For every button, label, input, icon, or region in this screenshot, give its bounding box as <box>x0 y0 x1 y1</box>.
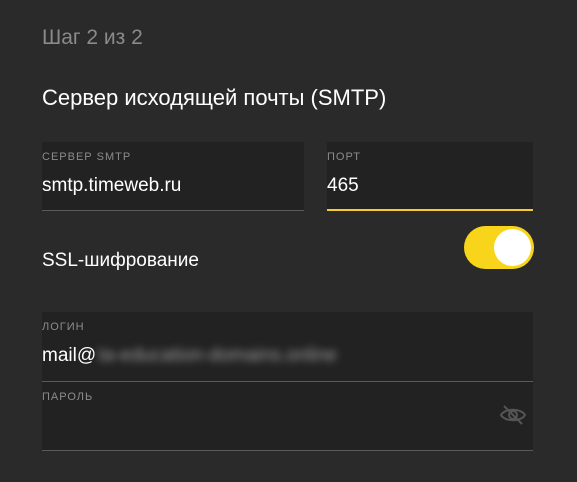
smtp-settings-screen: Шаг 2 из 2 Сервер исходящей почты (SMTP)… <box>0 0 577 482</box>
smtp-port-label: ПОРТ <box>327 151 362 163</box>
eye-off-icon[interactable] <box>499 404 527 426</box>
step-indicator: Шаг 2 из 2 <box>42 26 143 49</box>
login-label: ЛОГИН <box>42 321 85 333</box>
login-value-visible: mail@ <box>42 345 97 366</box>
smtp-port-field[interactable]: ПОРТ 465 <box>327 142 533 211</box>
password-underline <box>42 450 533 451</box>
section-title: Сервер исходящей почты (SMTP) <box>42 85 387 110</box>
ssl-toggle[interactable] <box>464 226 534 269</box>
password-label: ПАРОЛЬ <box>42 391 94 403</box>
smtp-server-input[interactable]: smtp.timeweb.ru <box>42 175 181 197</box>
smtp-server-field[interactable]: СЕРВЕР SMTP smtp.timeweb.ru <box>42 142 304 211</box>
login-value-obscured: ta-education-domains.online <box>98 345 337 366</box>
smtp-port-underline-active <box>327 209 533 211</box>
smtp-server-underline <box>42 210 304 211</box>
ssl-toggle-knob[interactable] <box>494 229 531 266</box>
password-field[interactable]: ПАРОЛЬ <box>42 382 533 451</box>
smtp-server-label: СЕРВЕР SMTP <box>42 151 132 163</box>
ssl-label: SSL-шифрование <box>42 250 199 271</box>
login-input[interactable]: mail@ ta-education-domains.online <box>42 345 337 367</box>
login-field[interactable]: ЛОГИН mail@ ta-education-domains.online <box>42 312 533 382</box>
smtp-port-input[interactable]: 465 <box>327 175 359 197</box>
